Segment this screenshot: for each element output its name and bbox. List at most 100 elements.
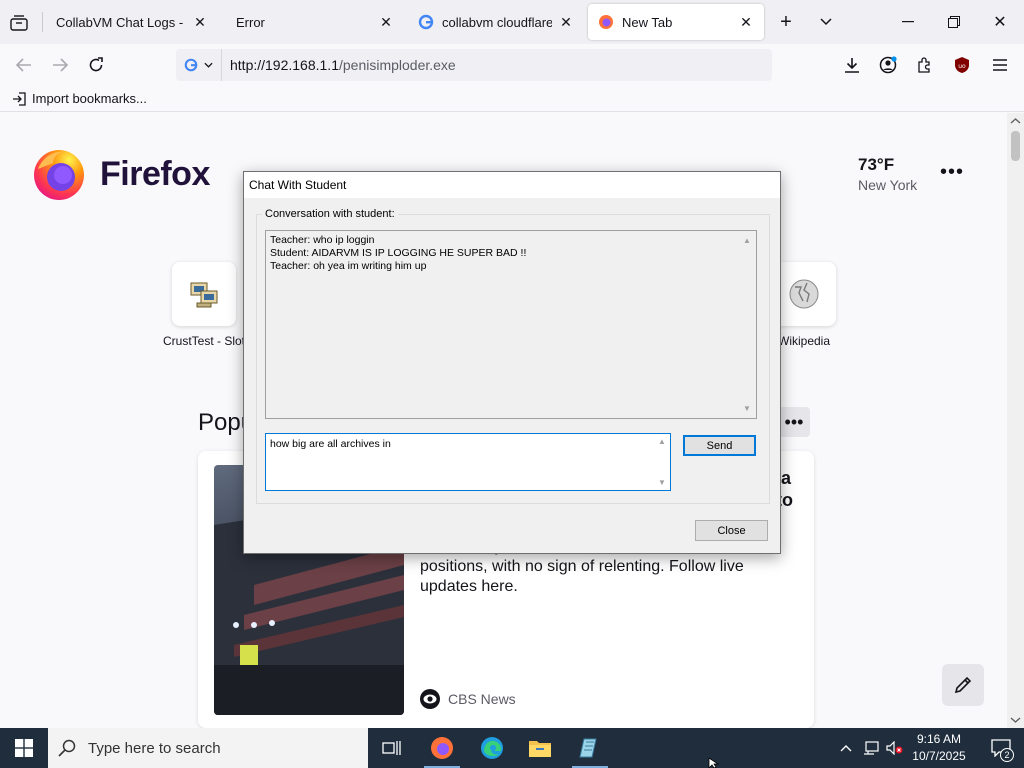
cbs-eye-icon xyxy=(420,689,440,709)
reload-icon[interactable] xyxy=(84,53,108,77)
windows-start-icon[interactable] xyxy=(0,728,48,768)
minimize-icon[interactable] xyxy=(896,10,920,34)
conversation-scrollbar[interactable]: ▲ ▼ xyxy=(740,231,756,418)
tab-new-tab[interactable]: New Tab ✕ xyxy=(588,4,764,40)
taskbar-file-explorer-icon[interactable] xyxy=(516,728,564,768)
firefox-logo-icon xyxy=(34,150,84,200)
send-button[interactable]: Send xyxy=(683,435,756,456)
tab-title: collabvm cloudflare - G xyxy=(442,14,552,30)
scroll-down-icon[interactable]: ▼ xyxy=(658,478,666,487)
close-tab-icon[interactable]: ✕ xyxy=(558,14,574,30)
windows-taskbar: Type here to search 9:16 AM 10/7/2025 2 xyxy=(0,728,1024,768)
url-bar[interactable]: http://192.168.1.1/penisimploder.exe xyxy=(176,49,772,81)
google-icon xyxy=(418,14,434,30)
conversation-line: Student: AIDARVM IS IP LOGGING HE SUPER … xyxy=(270,247,527,259)
account-icon[interactable] xyxy=(876,53,900,77)
taskbar-chat-app-icon[interactable] xyxy=(566,728,614,768)
ublock-origin-icon[interactable]: uo xyxy=(950,53,974,77)
conversation-line: Teacher: who ip loggin xyxy=(270,234,375,246)
tab-overview-icon[interactable] xyxy=(8,12,30,34)
firefox-icon xyxy=(599,15,613,29)
url-path: /penisimploder.exe xyxy=(338,57,456,73)
google-icon xyxy=(184,58,198,72)
story-source: CBS News xyxy=(420,689,516,709)
volume-muted-icon[interactable] xyxy=(884,728,906,768)
show-hidden-icons-chevron-icon[interactable] xyxy=(836,728,856,768)
shortcut-wikipedia-tile[interactable] xyxy=(772,262,836,326)
close-tab-icon[interactable]: ✕ xyxy=(192,14,208,30)
scroll-down-icon[interactable] xyxy=(1007,714,1024,726)
new-tab-plus-icon[interactable]: + xyxy=(774,10,798,34)
downloads-icon[interactable] xyxy=(840,53,864,77)
dialog-title: Chat With Student xyxy=(249,178,347,192)
tab-title: New Tab xyxy=(622,14,673,30)
svg-text:uo: uo xyxy=(958,63,966,70)
page-scrollbar[interactable] xyxy=(1007,113,1024,728)
scroll-up-icon[interactable]: ▲ xyxy=(658,437,666,446)
close-button[interactable]: Close xyxy=(695,520,768,541)
forward-icon[interactable] xyxy=(48,53,72,77)
taskbar-search-placeholder: Type here to search xyxy=(88,739,221,757)
url-host: http://192.168.1.1 xyxy=(230,57,339,73)
search-engine-selector[interactable] xyxy=(176,49,222,81)
scrollbar-thumb[interactable] xyxy=(1011,131,1020,161)
taskbar-search-box[interactable]: Type here to search xyxy=(48,728,368,768)
chevron-down-icon xyxy=(204,62,213,68)
mouse-cursor-icon xyxy=(708,758,720,768)
close-tab-icon[interactable]: ✕ xyxy=(378,14,394,30)
weather-widget[interactable]: 73°F New York xyxy=(858,155,917,193)
import-bookmarks-item[interactable]: Import bookmarks... xyxy=(12,91,147,106)
message-input-scrollbar[interactable]: ▲ ▼ xyxy=(654,435,670,489)
taskbar-edge-icon[interactable] xyxy=(468,728,516,768)
firefox-logo: Firefox xyxy=(32,147,210,201)
conversation-log[interactable]: Teacher: who ip loggin Student: AIDARVM … xyxy=(265,230,757,419)
maximize-icon[interactable] xyxy=(942,10,966,34)
close-window-icon[interactable]: ✕ xyxy=(988,10,1012,34)
taskbar-firefox-icon[interactable] xyxy=(418,728,466,768)
chat-dialog: Chat With Student Conversation with stud… xyxy=(243,171,781,554)
import-icon xyxy=(13,91,26,106)
weather-temperature: 73°F xyxy=(858,155,895,174)
conversation-group-label: Conversation with student: xyxy=(262,208,398,220)
scroll-up-icon[interactable] xyxy=(1007,115,1024,127)
clock-date: 10/7/2025 xyxy=(912,749,966,763)
scroll-down-icon[interactable]: ▼ xyxy=(743,402,751,415)
nav-bar: http://192.168.1.1/penisimploder.exe uo xyxy=(0,44,1024,86)
notification-count-badge: 2 xyxy=(1000,748,1014,762)
tab-title: CollabVM Chat Logs - Elija xyxy=(56,14,186,30)
shortcut-wikipedia-label: Wikipedia xyxy=(778,334,831,348)
story-headline-line: ia xyxy=(776,468,792,488)
tab-collabvm-cloudflare[interactable]: collabvm cloudflare - G ✕ xyxy=(408,4,584,40)
conversation-line: Teacher: oh yea im writing him up xyxy=(270,260,427,272)
search-icon xyxy=(58,739,76,757)
taskbar-clock[interactable]: 9:16 AM 10/7/2025 xyxy=(906,731,972,765)
clock-time: 9:16 AM xyxy=(916,732,962,746)
close-tab-icon[interactable]: ✕ xyxy=(738,14,754,30)
bookmarks-toolbar: Import bookmarks... xyxy=(0,86,1024,112)
popular-more-options-icon[interactable]: ••• xyxy=(778,407,810,437)
tab-error[interactable]: Error ✕ xyxy=(226,4,404,40)
story-source-name: CBS News xyxy=(448,691,516,707)
weather-more-options-icon[interactable]: ••• xyxy=(940,161,964,184)
action-center-icon[interactable]: 2 xyxy=(978,728,1024,768)
task-view-icon[interactable] xyxy=(368,728,416,768)
url-text[interactable]: http://192.168.1.1/penisimploder.exe xyxy=(222,57,456,73)
customize-pencil-icon[interactable] xyxy=(942,664,984,706)
computer-network-icon xyxy=(190,282,218,308)
story-headline[interactable]: ia to xyxy=(776,467,1007,511)
tab-bar: CollabVM Chat Logs - Elija ✕ Error ✕ col… xyxy=(0,0,1024,44)
message-input[interactable]: how big are all archives in xyxy=(265,433,671,491)
network-icon[interactable] xyxy=(860,728,882,768)
extensions-icon[interactable] xyxy=(912,53,936,77)
shortcut-crusttest-tile[interactable] xyxy=(172,262,236,326)
weather-city: New York xyxy=(858,177,918,193)
tab-collabvm-chat-logs[interactable]: CollabVM Chat Logs - Elija ✕ xyxy=(46,4,218,40)
import-bookmarks-label: Import bookmarks... xyxy=(32,91,147,106)
scroll-up-icon[interactable]: ▲ xyxy=(743,234,751,247)
back-icon[interactable] xyxy=(12,53,36,77)
dialog-title-bar[interactable]: Chat With Student xyxy=(244,172,780,198)
app-menu-icon[interactable] xyxy=(988,53,1012,77)
list-tabs-chevron-icon[interactable] xyxy=(814,10,838,34)
shortcut-crusttest-label: CrustTest - Slot xyxy=(163,334,246,348)
wikipedia-globe-icon xyxy=(789,279,819,309)
